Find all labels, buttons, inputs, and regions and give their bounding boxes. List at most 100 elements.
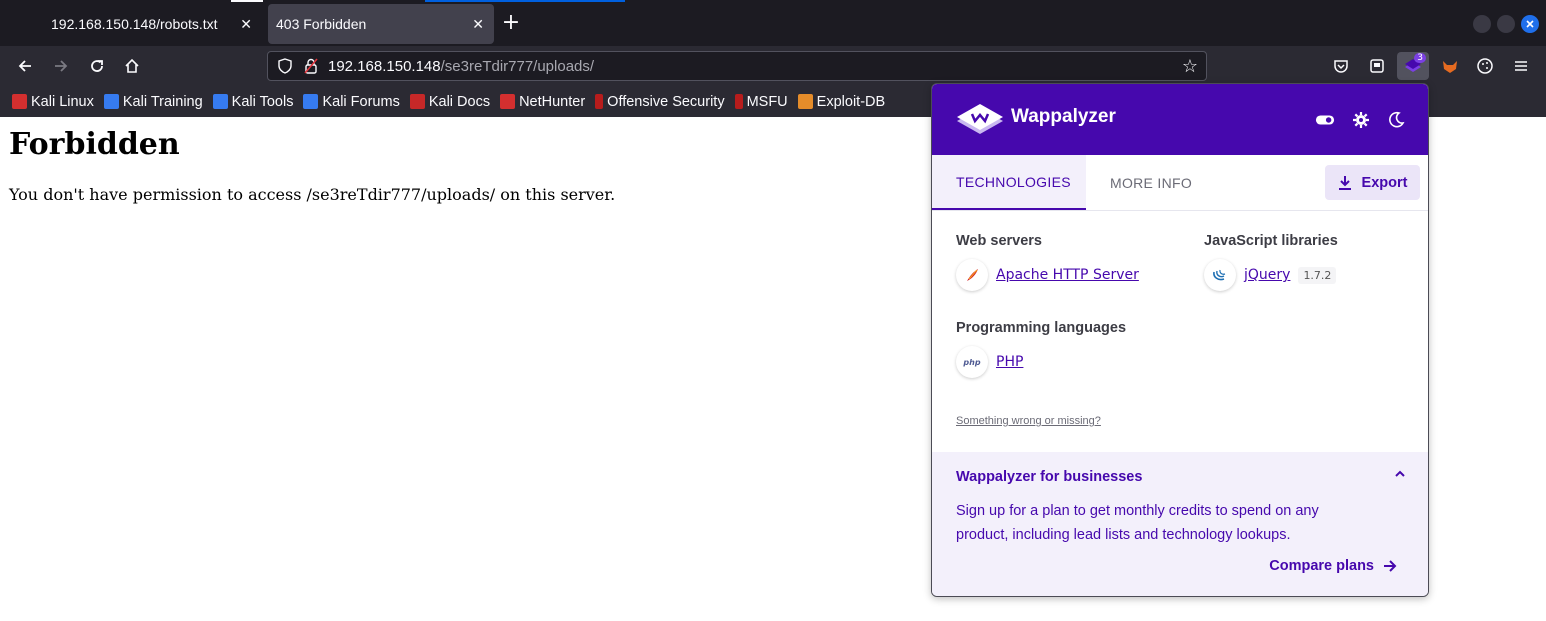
gear-icon: [1353, 112, 1369, 128]
bookmark-label: Exploit-DB: [816, 93, 886, 110]
compare-plans-label: Compare plans: [1269, 558, 1374, 574]
export-button[interactable]: Export: [1325, 165, 1420, 200]
wappalyzer-extension-button[interactable]: 3: [1397, 52, 1429, 80]
settings-button[interactable]: [1351, 110, 1371, 130]
tab-robots[interactable]: 192.168.150.148/robots.txt ✕: [36, 4, 262, 44]
arrow-right-icon: [55, 60, 68, 72]
kali-tools-icon: [212, 94, 228, 109]
fox-icon: [1443, 61, 1457, 73]
bookmark-label: MSFU: [746, 93, 788, 110]
new-tab-icon[interactable]: +: [500, 10, 522, 38]
business-section: Wappalyzer for businesses Sign up for a …: [932, 452, 1428, 596]
kali-forums-icon: [303, 94, 319, 109]
tab-title: 403 Forbidden: [276, 16, 367, 32]
extension-badge: 3: [1414, 53, 1426, 63]
export-label: Export: [1361, 174, 1408, 191]
close-window-button[interactable]: [1521, 15, 1539, 33]
offsec-icon: [595, 94, 604, 109]
apache-feather-icon: [956, 259, 988, 291]
tech-php: php PHP: [956, 346, 1023, 378]
close-tab-icon[interactable]: ✕: [472, 16, 484, 33]
jquery-icon: [1204, 259, 1236, 291]
bookmark-kali-forums[interactable]: Kali Forums: [303, 93, 400, 110]
url-host: 192.168.150.148: [328, 57, 441, 75]
kali-dragon-icon: [12, 94, 27, 109]
forward-button[interactable]: [49, 54, 73, 78]
pocket-icon: [1334, 60, 1348, 73]
kali-docs-icon: [409, 94, 425, 109]
reload-button[interactable]: [85, 54, 109, 78]
tech-link-apache[interactable]: Apache HTTP Server: [996, 267, 1139, 283]
msfu-icon: [734, 94, 743, 109]
something-wrong-link[interactable]: Something wrong or missing?: [956, 415, 1101, 427]
dark-mode-button[interactable]: [1386, 110, 1406, 130]
category-javascript-libraries: JavaScript libraries: [1204, 233, 1338, 249]
cookie-icon: [1477, 58, 1493, 74]
tab-indicator: [231, 0, 263, 2]
menu-button[interactable]: [1507, 52, 1535, 80]
shield-icon[interactable]: [278, 58, 292, 74]
bookmark-msfu[interactable]: MSFU: [734, 93, 788, 110]
business-title[interactable]: Wappalyzer for businesses: [956, 469, 1142, 485]
reader-view-button[interactable]: [1363, 52, 1391, 80]
tech-version-badge: 1.7.2: [1298, 266, 1337, 284]
foxyproxy-button[interactable]: [1436, 52, 1464, 80]
url-path: /se3reTdir777/uploads/: [440, 57, 595, 75]
bookmark-kali-linux[interactable]: Kali Linux: [12, 94, 94, 110]
pocket-button[interactable]: [1327, 52, 1355, 80]
wappalyzer-title: Wappalyzer: [1011, 106, 1116, 127]
bookmark-kali-docs[interactable]: Kali Docs: [409, 93, 491, 110]
insecure-lock-icon[interactable]: [304, 58, 318, 74]
compare-plans-link[interactable]: Compare plans: [1269, 558, 1398, 574]
svg-text:php: php: [962, 358, 980, 367]
maximize-window-button[interactable]: [1497, 15, 1515, 33]
bookmark-offensive-security[interactable]: Offensive Security: [595, 93, 725, 110]
bookmark-exploit-db[interactable]: Exploit-DB: [797, 93, 886, 110]
close-window-icon: [1526, 20, 1534, 28]
navigation-toolbar: 192.168.150.148/se3reTdir777/uploads/ ☆ …: [0, 46, 1546, 86]
wappalyzer-logo-icon: [957, 104, 1003, 134]
bookmark-kali-training[interactable]: Kali Training: [103, 93, 203, 110]
bookmark-kali-tools[interactable]: Kali Tools: [212, 93, 294, 110]
tab-strip: 192.168.150.148/robots.txt ✕ 403 Forbidd…: [0, 0, 1546, 46]
bookmark-star-icon[interactable]: ☆: [1182, 56, 1198, 77]
tech-jquery: jQuery 1.7.2: [1204, 259, 1337, 291]
arrow-left-icon: [18, 60, 31, 72]
cookie-extension-button[interactable]: [1471, 52, 1499, 80]
tab-indicator-active: [425, 0, 625, 2]
bookmark-label: Offensive Security: [607, 93, 725, 110]
chevron-up-icon[interactable]: [1394, 468, 1406, 484]
extension-icon: [1370, 59, 1384, 73]
page-title: Forbidden: [9, 127, 180, 162]
business-description: Sign up for a plan to get monthly credit…: [956, 503, 1319, 543]
toggle-switch[interactable]: [1315, 110, 1335, 130]
tab-forbidden[interactable]: 403 Forbidden ✕: [268, 4, 494, 44]
bookmark-label: Kali Forums: [322, 93, 400, 110]
category-programming-languages: Programming languages: [956, 320, 1127, 336]
bookmark-label: Kali Training: [122, 93, 203, 110]
tech-link-php[interactable]: PHP: [996, 354, 1023, 370]
toggle-icon: [1315, 115, 1335, 125]
bookmark-label: Kali Tools: [231, 93, 294, 110]
back-button[interactable]: [13, 54, 37, 78]
tab-more-info[interactable]: MORE INFO: [1110, 155, 1192, 210]
arrow-right-icon: [1384, 560, 1397, 572]
php-icon: php: [956, 346, 988, 378]
home-icon: [125, 58, 139, 73]
hamburger-menu-icon: [1515, 61, 1527, 71]
tab-title: 192.168.150.148/robots.txt: [51, 16, 218, 32]
wappalyzer-tabs: TECHNOLOGIES MORE INFO Export: [932, 155, 1428, 211]
exploit-db-icon: [797, 94, 813, 109]
tech-link-jquery[interactable]: jQuery: [1244, 267, 1290, 283]
close-tab-icon[interactable]: ✕: [240, 16, 252, 33]
bookmark-label: Kali Docs: [428, 93, 491, 110]
url-bar[interactable]: 192.168.150.148/se3reTdir777/uploads/ ☆: [267, 51, 1207, 81]
category-web-servers: Web servers: [956, 233, 1042, 249]
tab-technologies[interactable]: TECHNOLOGIES: [932, 155, 1086, 210]
minimize-window-button[interactable]: [1473, 15, 1491, 33]
home-button[interactable]: [120, 54, 144, 78]
moon-icon: [1389, 111, 1405, 128]
bookmark-nethunter[interactable]: NetHunter: [500, 94, 585, 110]
bookmark-label: NetHunter: [519, 93, 586, 110]
error-message: You don't have permission to access /se3…: [9, 185, 616, 204]
